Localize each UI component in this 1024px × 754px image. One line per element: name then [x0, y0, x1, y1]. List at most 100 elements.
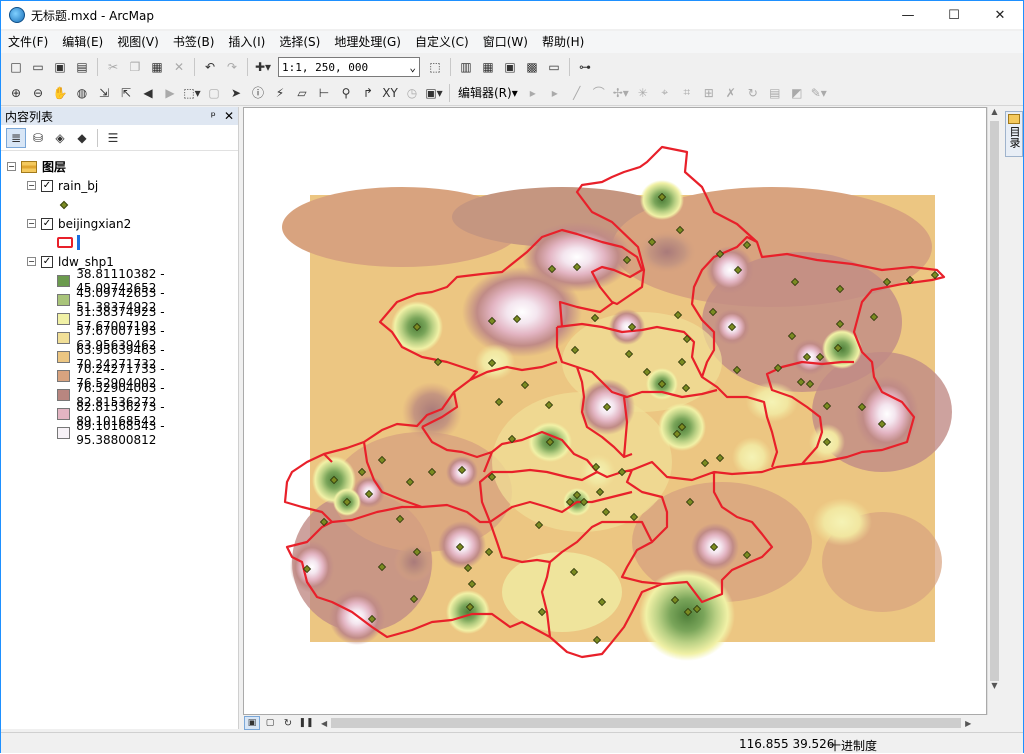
fixed-zoom-out-icon[interactable]: ⇱: [116, 83, 136, 103]
collapse-icon[interactable]: −: [27, 257, 36, 266]
find-route-icon[interactable]: ↱: [358, 83, 378, 103]
rotate-icon[interactable]: ↻: [743, 83, 763, 103]
forward-arrow-icon[interactable]: ▶: [160, 83, 180, 103]
search-window-icon[interactable]: ▣: [500, 57, 520, 77]
editor-menu[interactable]: 编辑器(R)▾: [458, 84, 518, 101]
menu-windows[interactable]: 窗口(W): [476, 31, 535, 53]
modelbuilder-icon[interactable]: ⊶: [575, 57, 595, 77]
measure-icon[interactable]: ⊢: [314, 83, 334, 103]
toc-options-icon[interactable]: ☰: [103, 128, 123, 148]
list-by-selection-icon[interactable]: ◆: [72, 128, 92, 148]
redo-icon[interactable]: ↷: [222, 57, 242, 77]
undo-icon[interactable]: ↶: [200, 57, 220, 77]
vertical-scrollbar[interactable]: ▲ ▼: [987, 107, 1001, 715]
pin-icon[interactable]: ᵖ: [211, 109, 216, 123]
editor-toolbar-icon[interactable]: ⬚: [425, 57, 445, 77]
save-icon[interactable]: ▣: [50, 57, 70, 77]
select-features-icon[interactable]: ⬚▾: [182, 83, 202, 103]
layer-visibility-checkbox[interactable]: ✓: [41, 179, 53, 192]
close-button[interactable]: ✕: [977, 1, 1023, 29]
table-window-icon[interactable]: ▥: [456, 57, 476, 77]
clear-selection-icon[interactable]: ▢: [204, 83, 224, 103]
menu-edit[interactable]: 编辑(E): [55, 31, 110, 53]
full-extent-globe-icon[interactable]: ◍: [72, 83, 92, 103]
sketch-properties-icon[interactable]: ◩: [787, 83, 807, 103]
find-binoculars-icon[interactable]: ⚲: [336, 83, 356, 103]
list-by-drawing-order-icon[interactable]: ≣: [6, 127, 26, 148]
collapse-icon[interactable]: −: [27, 219, 36, 228]
collapse-icon[interactable]: −: [7, 162, 16, 171]
menu-insert[interactable]: 插入(I): [221, 31, 272, 53]
paste-icon[interactable]: ▦: [147, 57, 167, 77]
scroll-up-arrow-icon[interactable]: ▲: [988, 107, 1001, 121]
create-features-icon[interactable]: ✎▾: [809, 83, 829, 103]
new-document-icon[interactable]: □: [6, 57, 26, 77]
catalog-window-icon[interactable]: ▦: [478, 57, 498, 77]
toc-toolbar: ≣ ⛁ ◈ ◆ ☰: [1, 125, 238, 151]
go-to-xy-icon[interactable]: XY: [380, 83, 400, 103]
fixed-zoom-in-icon[interactable]: ⇲: [94, 83, 114, 103]
hyperlink-icon[interactable]: ⚡: [270, 83, 290, 103]
html-popup-icon[interactable]: ▱: [292, 83, 312, 103]
delete-icon[interactable]: ✕: [169, 57, 189, 77]
select-elements-arrow-icon[interactable]: ➤: [226, 83, 246, 103]
trace-icon[interactable]: ✢▾: [611, 83, 631, 103]
split-icon[interactable]: ✗: [721, 83, 741, 103]
layer-row-rain-bj[interactable]: − ✓ rain_bj: [1, 176, 238, 195]
map-scale-select[interactable]: 1:1, 250, 000 ⌄: [278, 57, 420, 77]
zoom-in-icon[interactable]: ⊕: [6, 83, 26, 103]
zoom-out-icon[interactable]: ⊖: [28, 83, 48, 103]
status-bar: 116.855 39.526 十进制度: [1, 732, 1023, 753]
menu-bookmarks[interactable]: 书签(B): [166, 31, 222, 53]
back-arrow-icon[interactable]: ◀: [138, 83, 158, 103]
python-window-icon[interactable]: ▭: [544, 57, 564, 77]
point-icon[interactable]: ✳: [633, 83, 653, 103]
refresh-icon[interactable]: ↻: [280, 716, 296, 730]
attributes-icon[interactable]: ▤: [765, 83, 785, 103]
layer-visibility-checkbox[interactable]: ✓: [41, 217, 53, 230]
add-data-icon[interactable]: ✚▾: [253, 57, 273, 77]
identify-icon[interactable]: ⓘ: [248, 83, 268, 103]
pan-hand-icon[interactable]: ✋: [50, 83, 70, 103]
copy-icon[interactable]: ❐: [125, 57, 145, 77]
map-canvas[interactable]: [244, 108, 987, 715]
map-view[interactable]: [243, 107, 987, 715]
list-by-source-icon[interactable]: ⛁: [28, 128, 48, 148]
cut-polygons-icon[interactable]: ⊞: [699, 83, 719, 103]
edit-tool-icon[interactable]: ▸: [523, 83, 543, 103]
layer-visibility-checkbox[interactable]: ✓: [41, 255, 53, 268]
catalog-side-tab[interactable]: 目录: [1005, 111, 1023, 157]
scroll-thumb[interactable]: [990, 121, 999, 681]
toc-close-icon[interactable]: ✕: [224, 109, 234, 123]
menu-view[interactable]: 视图(V): [110, 31, 166, 53]
create-viewer-icon[interactable]: ▣▾: [424, 83, 444, 103]
straight-segment-icon[interactable]: ╱: [567, 83, 587, 103]
menu-file[interactable]: 文件(F): [1, 31, 55, 53]
menu-help[interactable]: 帮助(H): [535, 31, 591, 53]
cut-icon[interactable]: ✂: [103, 57, 123, 77]
time-slider-icon[interactable]: ◷: [402, 83, 422, 103]
horizontal-scroll-left-arrow-icon[interactable]: ◀: [321, 719, 327, 728]
arctoolbox-icon[interactable]: ▩: [522, 57, 542, 77]
minimize-button[interactable]: —: [885, 1, 931, 29]
menu-customize[interactable]: 自定义(C): [408, 31, 476, 53]
horizontal-scroll-right-arrow-icon[interactable]: ▶: [965, 719, 971, 728]
collapse-icon[interactable]: −: [27, 181, 36, 190]
horizontal-scroll-thumb[interactable]: [331, 718, 962, 728]
end-point-arc-icon[interactable]: ⌒: [589, 83, 609, 103]
list-by-visibility-icon[interactable]: ◈: [50, 128, 70, 148]
layer-row-beijingxian2[interactable]: − ✓ beijingxian2: [1, 214, 238, 233]
maximize-button[interactable]: ☐: [931, 1, 977, 29]
scroll-down-arrow-icon[interactable]: ▼: [988, 681, 1001, 695]
print-icon[interactable]: ▤: [72, 57, 92, 77]
data-view-icon[interactable]: ▣: [244, 716, 260, 730]
edit-vertices-icon[interactable]: ⌖: [655, 83, 675, 103]
reshape-icon[interactable]: ⌗: [677, 83, 697, 103]
menu-geoprocessing[interactable]: 地理处理(G): [327, 31, 408, 53]
layout-view-icon[interactable]: ▢: [262, 716, 278, 730]
layers-root-row[interactable]: − 图层: [1, 157, 238, 176]
open-folder-icon[interactable]: ▭: [28, 57, 48, 77]
edit-annotation-icon[interactable]: ▸: [545, 83, 565, 103]
pause-drawing-icon[interactable]: ❚❚: [298, 716, 314, 730]
menu-selection[interactable]: 选择(S): [272, 31, 327, 53]
